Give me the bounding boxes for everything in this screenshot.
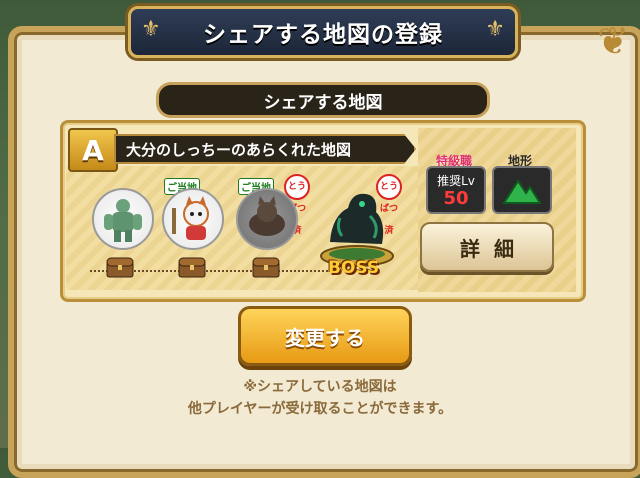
boss-monster (312, 178, 402, 270)
dark-cat-icon (249, 196, 285, 236)
level-label: 推奨Lv (437, 174, 475, 188)
note-line-1: ※シェアしている地図は (243, 379, 397, 395)
map-name: 大分のしっちーのあらくれた地図 (126, 140, 352, 159)
mountain-icon (502, 179, 542, 204)
detail-button[interactable]: 詳細 (420, 222, 554, 272)
monster-golem (92, 188, 154, 250)
boss-label: BOSS (328, 258, 380, 278)
golem-icon (104, 199, 142, 242)
section-title: シェアする地図 (263, 92, 383, 113)
map-name-plate: 大分のしっちーのあらくれた地図 (114, 134, 416, 164)
recommended-level-box: 推奨Lv 50 (426, 166, 486, 214)
terrain-box (492, 166, 552, 214)
rank-badge: A (68, 128, 118, 172)
treasure-chest-icon (106, 256, 134, 278)
note-line-2: 他プレイヤーが受け取ることができます。 (187, 401, 453, 417)
fleur-left-icon: ⚜ (141, 17, 161, 42)
boss-dragon-icon (320, 193, 394, 267)
change-button[interactable]: 変更する (238, 306, 412, 366)
fleur-right-icon: ⚜ (485, 17, 505, 42)
level-value: 50 (443, 188, 469, 209)
monster-cat (162, 188, 224, 250)
cat-icon (172, 196, 209, 240)
treasure-chest-icon (252, 256, 280, 278)
ornament-icon: ❦ (597, 19, 629, 63)
monster-dark-cat (236, 188, 298, 250)
treasure-chest-icon (178, 256, 206, 278)
page-title: シェアする地図の登録 (203, 22, 443, 48)
detail-button-label: 詳細 (460, 236, 528, 261)
section-header: シェアする地図 (156, 82, 490, 118)
change-button-label: 変更する (285, 325, 365, 350)
title-plate: ⚜ シェアする地図の登録 ⚜ (128, 6, 518, 58)
